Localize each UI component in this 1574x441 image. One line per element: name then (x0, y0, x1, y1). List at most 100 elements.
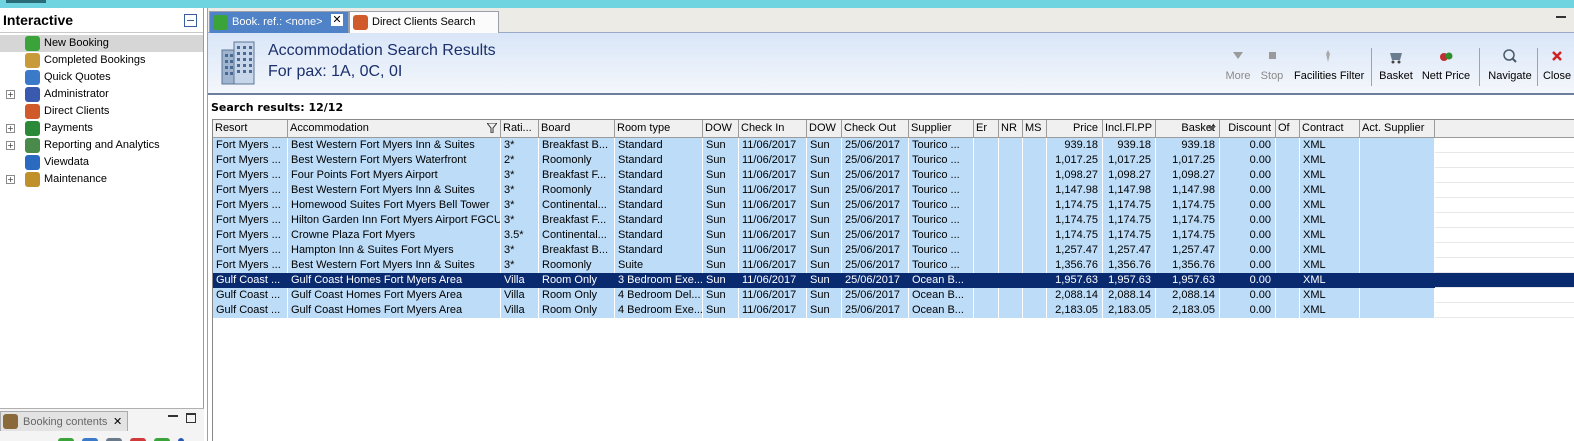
table-cell: Continental... (539, 228, 615, 243)
column-header[interactable]: Accommodation (288, 120, 501, 137)
column-header[interactable]: Act. Supplier (1360, 120, 1435, 137)
table-cell: Four Points Fort Myers Airport (288, 168, 501, 183)
tree-item[interactable]: New Booking (0, 35, 203, 52)
table-cell (1276, 303, 1300, 318)
expand-icon[interactable]: + (6, 175, 15, 184)
table-row[interactable]: Gulf Coast ... Gulf Coast Homes Fort Myer… (213, 273, 1574, 288)
viewdata-icon (25, 155, 40, 170)
expand-icon[interactable]: + (6, 124, 15, 133)
column-header[interactable]: Discount (1220, 120, 1276, 137)
column-header[interactable]: MS (1023, 120, 1047, 137)
top-strip-mark (6, 0, 46, 3)
table-row[interactable]: Fort Myers ... Hampton Inn & Suites Fort … (213, 243, 1574, 258)
column-header[interactable]: Room type (615, 120, 703, 137)
booking-contents-tab[interactable]: Booking contents ✕ (0, 411, 128, 431)
minimize-icon[interactable] (168, 415, 178, 418)
tree-item[interactable]: + Payments (0, 120, 203, 137)
tree-item[interactable]: Quick Quotes (0, 69, 203, 86)
collapse-panel-button[interactable] (184, 14, 197, 27)
tree-item[interactable]: Viewdata (0, 154, 203, 171)
table-cell: Hilton Garden Inn Fort Myers Airport FGC… (288, 213, 501, 228)
column-header[interactable]: Board (539, 120, 615, 137)
close-button[interactable]: Close (1542, 48, 1572, 88)
table-cell: 11/06/2017 (739, 228, 807, 243)
table-cell: 25/06/2017 (842, 273, 909, 288)
table-cell: Sun (703, 228, 739, 243)
table-cell: 11/06/2017 (739, 213, 807, 228)
table-row[interactable]: Fort Myers ... Best Western Fort Myers In… (213, 183, 1574, 198)
table-cell: Breakfast F... (539, 168, 615, 183)
table-row[interactable]: Fort Myers ... Hilton Garden Inn Fort Mye… (213, 213, 1574, 228)
globe-icon (25, 70, 40, 85)
table-cell: Gulf Coast Homes Fort Myers Area (288, 288, 501, 303)
column-header[interactable]: NR (999, 120, 1023, 137)
table-row[interactable]: Fort Myers ... Four Points Fort Myers Air… (213, 168, 1574, 183)
more-button[interactable]: More (1224, 48, 1252, 88)
column-header[interactable]: Basket (1156, 120, 1220, 137)
table-cell: 939.18 (1047, 138, 1103, 153)
column-header[interactable]: DOW (807, 120, 842, 137)
table-row[interactable]: Fort Myers ... Best Western Fort Myers In… (213, 258, 1574, 273)
tree-item[interactable]: Completed Bookings (0, 52, 203, 69)
table-cell: Homewood Suites Fort Myers Bell Tower (288, 198, 501, 213)
tree-item[interactable]: + Reporting and Analytics (0, 137, 203, 154)
tab-direct-clients-search[interactable]: Direct Clients Search (349, 11, 499, 33)
table-cell (974, 168, 999, 183)
basket-button[interactable]: Basket (1379, 48, 1413, 88)
table-cell (974, 138, 999, 153)
table-cell: 25/06/2017 (842, 213, 909, 228)
close-icon[interactable]: ✕ (113, 415, 122, 428)
nett-price-button[interactable]: Nett Price (1421, 48, 1471, 88)
tree-item[interactable]: Direct Clients (0, 103, 203, 120)
expand-icon[interactable]: + (6, 90, 15, 99)
tab-booking[interactable]: Book. ref.: <none> ✕ (209, 11, 349, 33)
filter-icon[interactable] (487, 123, 497, 133)
column-header-label: DOW (705, 122, 732, 134)
table-cell: Room Only (539, 273, 615, 288)
close-tab-icon[interactable]: ✕ (331, 14, 343, 26)
stop-button[interactable]: Stop (1259, 48, 1285, 88)
navigate-button[interactable]: Navigate (1487, 48, 1533, 88)
palm-tree-icon (25, 36, 40, 51)
column-header[interactable]: Price (1047, 120, 1103, 137)
table-cell: Continental... (539, 198, 615, 213)
expand-icon[interactable]: + (6, 141, 15, 150)
table-cell: 1,174.75 (1103, 198, 1156, 213)
table-row[interactable]: Fort Myers ... Homewood Suites Fort Myers… (213, 198, 1574, 213)
table-cell (1023, 228, 1047, 243)
table-cell: XML (1300, 258, 1360, 273)
table-cell: Fort Myers ... (213, 198, 288, 213)
tree-item[interactable]: + Administrator (0, 86, 203, 103)
table-cell (1276, 183, 1300, 198)
column-header[interactable]: Supplier (909, 120, 974, 137)
table-row[interactable]: Fort Myers ... Best Western Fort Myers In… (213, 138, 1574, 153)
table-cell: 25/06/2017 (842, 243, 909, 258)
table-cell: 0.00 (1220, 258, 1276, 273)
table-row[interactable]: Fort Myers ... Best Western Fort Myers Wa… (213, 153, 1574, 168)
column-header[interactable]: Incl.Fl.PP (1103, 120, 1156, 137)
table-cell: Sun (807, 273, 842, 288)
column-header[interactable]: Resort (213, 120, 288, 137)
maximize-icon[interactable] (186, 413, 196, 423)
minimize-icon[interactable] (1556, 16, 1566, 19)
table-cell (999, 213, 1023, 228)
navigation-panel: Interactive New Booking Completed Booking… (0, 8, 204, 441)
tree-item-label: Viewdata (44, 156, 90, 168)
table-cell (999, 153, 1023, 168)
column-header[interactable]: Of (1276, 120, 1300, 137)
table-row[interactable]: Gulf Coast ... Gulf Coast Homes Fort Myer… (213, 303, 1574, 318)
column-header[interactable]: DOW (703, 120, 739, 137)
table-cell: 25/06/2017 (842, 153, 909, 168)
column-header[interactable]: Er (974, 120, 999, 137)
table-row[interactable]: Fort Myers ... Crowne Plaza Fort Myers 3.5… (213, 228, 1574, 243)
table-cell (1023, 243, 1047, 258)
table-row[interactable]: Gulf Coast ... Gulf Coast Homes Fort Myer… (213, 288, 1574, 303)
column-header[interactable]: Rati... (501, 120, 539, 137)
tree-item-label: Direct Clients (44, 105, 110, 117)
column-header[interactable]: Check Out (842, 120, 909, 137)
column-header[interactable]: Check In (739, 120, 807, 137)
facilities-filter-button[interactable]: Facilities Filter (1294, 48, 1364, 88)
column-header[interactable]: Contract (1300, 120, 1360, 137)
table-cell: Villa (501, 288, 539, 303)
tree-item[interactable]: + Maintenance (0, 171, 203, 188)
